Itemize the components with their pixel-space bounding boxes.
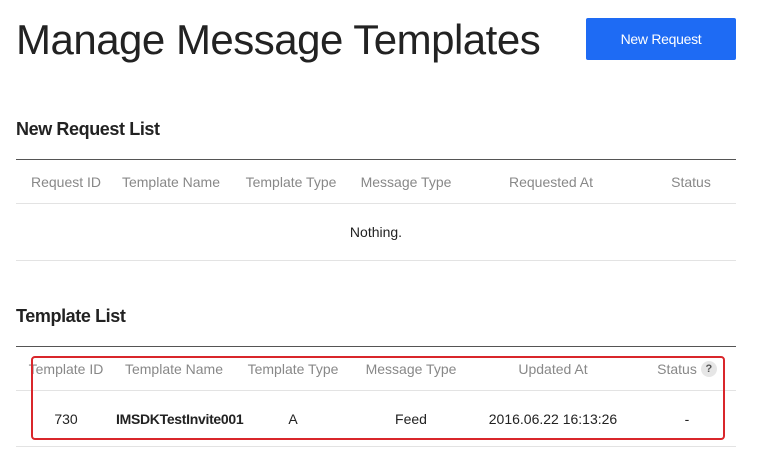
empty-state-text: Nothing. [349,224,403,240]
page-title: Manage Message Templates [16,16,541,63]
new-request-button[interactable]: New Request [586,18,736,60]
column-header-updated-at: Updated At [518,360,588,377]
column-header-status: Status ? [638,360,736,377]
message-type-cell: Feed [395,410,427,427]
template-type-cell: A [288,410,298,427]
column-header-requested-at: Requested At [508,173,594,190]
column-header-message-type: Message Type [360,173,452,190]
column-header-template-type: Template Type [245,173,337,190]
template-table-header: Template ID Template Name Template Type … [16,347,736,391]
status-header-label: Status [657,360,697,377]
template-id-cell: 730 [54,410,78,427]
column-header-template-type: Template Type [247,360,339,377]
column-header-template-id: Template ID [28,360,104,377]
new-request-list-heading: New Request List [16,119,160,139]
new-request-table: Request ID Template Name Template Type M… [16,159,736,261]
template-table: Template ID Template Name Template Type … [16,346,736,447]
status-header-wrap: Status ? [657,360,717,377]
column-header-status: Status [671,173,711,190]
help-icon[interactable]: ? [700,360,717,377]
column-header-message-type: Message Type [365,360,457,377]
status-cell: - [684,410,690,427]
template-list-heading: Template List [16,306,126,326]
table-row[interactable]: 730 IMSDKTestInvite001 A Feed 2016.06.22… [16,391,736,447]
column-header-request-id: Request ID [30,173,102,190]
template-name-link[interactable]: IMSDKTestInvite001 [116,411,244,427]
updated-at-cell: 2016.06.22 16:13:26 [488,410,618,427]
empty-state-row: Nothing. [16,204,736,261]
column-header-template-name: Template Name [124,360,224,377]
new-request-table-header: Request ID Template Name Template Type M… [16,160,736,204]
column-header-template-name: Template Name [121,173,221,190]
